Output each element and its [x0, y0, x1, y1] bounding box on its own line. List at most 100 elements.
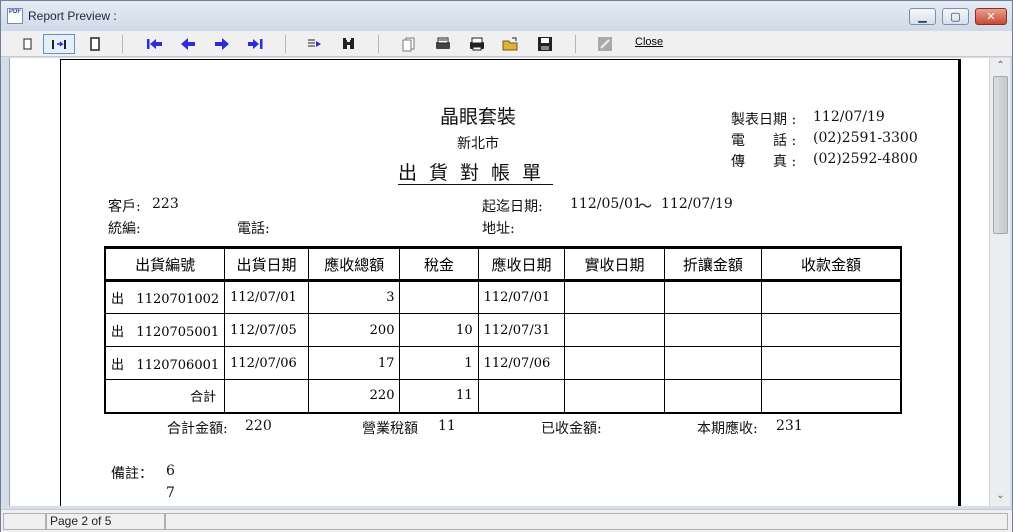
minimize-icon: ▁ — [918, 11, 927, 23]
total-cell: 3 — [307, 280, 401, 314]
table-row: 出 1120705001 112/07/05 200 10 112/07/31 — [104, 313, 902, 347]
print-date-value: 112/07/19 — [813, 109, 885, 125]
first-page-icon — [147, 39, 162, 49]
two-page-icon — [52, 40, 66, 49]
report-preview-window: PDF Report Preview : ▁ ▢ ✕ Close 晶眼套裝 新北… — [0, 0, 1013, 532]
single-page-icon — [23, 38, 32, 50]
period-separator: ～ — [638, 199, 652, 215]
toolbar-separator — [285, 35, 286, 53]
prev-page-button[interactable] — [176, 34, 200, 54]
status-bar: Page 2 of 5 — [1, 509, 1012, 532]
tel-label: 電話: — [237, 221, 270, 237]
collected-cell — [761, 280, 902, 314]
column-header: 出貨日期 — [224, 247, 309, 281]
export-button[interactable] — [593, 34, 617, 54]
empty-cell — [663, 379, 763, 413]
goto-page-icon — [308, 39, 321, 47]
full-page-button[interactable] — [83, 34, 107, 54]
print-button[interactable] — [465, 34, 489, 54]
column-header: 出貨編號 — [104, 247, 226, 281]
status-panel-empty — [3, 513, 46, 530]
subtotal-total: 220 — [307, 379, 401, 413]
customer-label: 客戶: — [108, 199, 141, 215]
single-page-button[interactable] — [15, 34, 39, 54]
scroll-up-arrow[interactable]: ⌃ — [990, 58, 1011, 74]
shipment-date-cell: 112/07/01 — [224, 280, 309, 314]
remark-line: 6 — [166, 463, 175, 479]
save-button[interactable] — [533, 34, 557, 54]
empty-cell — [564, 379, 665, 413]
shipment-table: 出貨編號 出貨日期 應收總額 稅金 應收日期 實收日期 折讓金額 收款金額 出 … — [104, 246, 902, 414]
close-icon: ✕ — [986, 11, 996, 23]
address-label: 地址: — [482, 221, 515, 237]
next-page-icon — [215, 38, 229, 50]
maximize-button[interactable]: ▢ — [942, 8, 969, 25]
page-indicator: Page 2 of 5 — [46, 513, 165, 530]
total-cell: 17 — [307, 346, 401, 380]
print-setup-icon — [436, 37, 450, 49]
phone-label: 電 話 : — [731, 133, 797, 149]
collected-cell — [761, 346, 902, 380]
table-header-row: 出貨編號 出貨日期 應收總額 稅金 應收日期 實收日期 折讓金額 收款金額 — [104, 247, 902, 281]
phone-value: (02)2591-3300 — [813, 130, 918, 146]
total-cell: 200 — [307, 313, 401, 347]
goto-page-button[interactable] — [303, 34, 327, 54]
shipment-number-cell: 出 1120706001 — [104, 346, 226, 380]
received-amount-label: 已收金額: — [541, 421, 602, 437]
find-button[interactable] — [337, 34, 361, 54]
copy-icon — [402, 37, 415, 52]
period-start: 112/05/01 — [570, 196, 642, 212]
minimize-button[interactable]: ▁ — [909, 8, 936, 25]
close-window-button[interactable]: ✕ — [975, 8, 1007, 25]
remark-line: 7 — [166, 485, 175, 501]
toolbar-separator — [122, 35, 123, 53]
tax-cell — [399, 280, 479, 314]
sales-tax-label: 營業稅額 — [362, 421, 418, 437]
due-date-cell: 112/07/06 — [477, 346, 566, 380]
discount-cell — [663, 280, 763, 314]
column-header: 實收日期 — [564, 247, 665, 281]
shipment-date-cell: 112/07/05 — [224, 313, 309, 347]
full-page-icon — [90, 37, 100, 51]
two-page-button[interactable] — [43, 34, 75, 54]
maximize-icon: ▢ — [950, 11, 961, 23]
empty-cell — [224, 379, 309, 413]
report-viewport[interactable]: 晶眼套裝 新北市 出貨對帳單 製表日期 : 112/07/19 電 話 : (0… — [9, 58, 989, 506]
period-label: 起迄日期: — [482, 199, 543, 215]
fax-label: 傳 真 : — [731, 154, 797, 170]
open-button[interactable] — [499, 34, 523, 54]
title-bar[interactable]: PDF Report Preview : ▁ ▢ ✕ — [1, 1, 1012, 31]
last-page-button[interactable] — [244, 34, 268, 54]
column-header: 收款金額 — [761, 247, 902, 281]
received-date-cell — [564, 346, 665, 380]
subtotal-label: 合計 — [104, 379, 226, 413]
sum-amount-value: 220 — [245, 418, 272, 434]
scroll-down-arrow[interactable]: ⌄ — [990, 488, 1011, 504]
customer-value: 223 — [152, 196, 179, 212]
shipment-number-cell: 出 1120705001 — [104, 313, 226, 347]
close-button[interactable]: Close — [635, 36, 663, 48]
report-page: 晶眼套裝 新北市 出貨對帳單 製表日期 : 112/07/19 電 話 : (0… — [60, 59, 961, 506]
copy-button[interactable] — [397, 34, 421, 54]
tax-cell: 1 — [399, 346, 479, 380]
last-page-icon — [248, 39, 263, 49]
remarks-label: 備註： — [111, 466, 153, 482]
empty-cell — [477, 379, 566, 413]
company-city: 新北市 — [457, 136, 499, 152]
open-icon — [502, 37, 518, 51]
next-page-button[interactable] — [210, 34, 234, 54]
print-setup-button[interactable] — [431, 34, 455, 54]
scroll-thumb[interactable] — [993, 76, 1008, 234]
tax-cell: 10 — [399, 313, 479, 347]
column-header: 應收日期 — [477, 247, 566, 281]
print-date-label: 製表日期 : — [731, 112, 797, 128]
first-page-button[interactable] — [142, 34, 166, 54]
vertical-scrollbar[interactable]: ⌃ ⌄ — [989, 58, 1010, 506]
collected-cell — [761, 313, 902, 347]
toolbar-separator — [575, 35, 576, 53]
report-title: 出貨對帳單 — [398, 162, 554, 184]
export-icon — [598, 37, 612, 51]
table-row: 出 1120706001 112/07/06 17 1 112/07/06 — [104, 346, 902, 380]
app-icon: PDF — [7, 8, 23, 24]
fax-value: (02)2592-4800 — [813, 151, 918, 167]
